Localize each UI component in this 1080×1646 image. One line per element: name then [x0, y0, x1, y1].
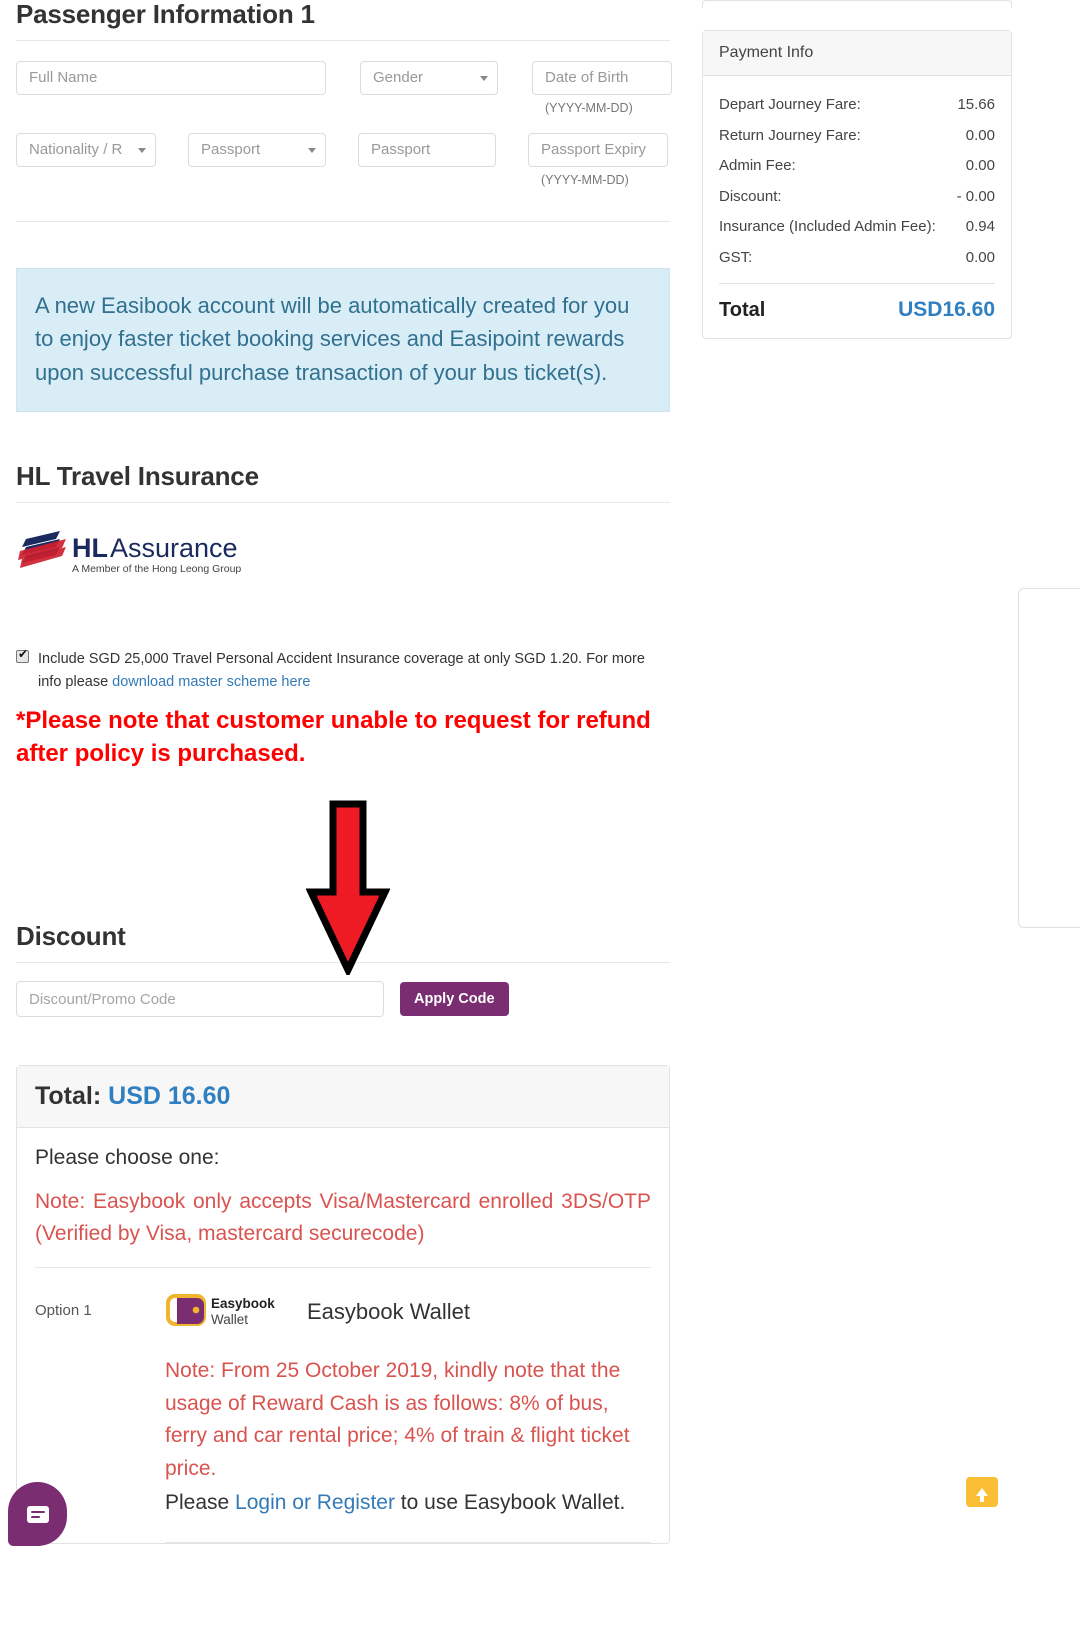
option-1-label: Option 1 — [35, 1302, 92, 1320]
payment-row-label: Depart Journey Fare: — [719, 96, 861, 113]
option-1-content: Easybook Wallet Easybook Wallet Note: Fr… — [165, 1288, 651, 1543]
passport-expiry-input[interactable]: Passport Expiry — [528, 132, 668, 167]
payment-row: Return Journey Fare: 0.00 — [719, 121, 995, 152]
payment-row: Admin Fee: 0.00 — [719, 151, 995, 182]
payment-info-header: Payment Info — [703, 31, 1011, 76]
nationality-field-wrap: Nationality / R — [16, 132, 156, 167]
panel-total-amount: USD 16.60 — [108, 1082, 231, 1111]
annotation-arrow — [305, 800, 391, 980]
passport-type-select[interactable]: Passport — [188, 132, 326, 167]
payment-row-value: - 0.00 — [956, 187, 995, 205]
master-scheme-link[interactable]: download master scheme here — [112, 674, 310, 690]
passport-expiry-field-wrap: Passport Expiry (YYYY-MM-DD) — [528, 132, 668, 187]
summary-card-stub — [702, 0, 1012, 8]
payment-options-panel: Total: USD 16.60 Please choose one: Note… — [16, 1065, 670, 1544]
card-acceptance-note: Note: Easybook only accepts Visa/Masterc… — [35, 1190, 651, 1245]
payment-row-value: 0.00 — [965, 248, 995, 266]
payment-total-row: Total USD16.60 — [719, 284, 995, 322]
passenger-form-row-1: Full Name Gender Date of Birth (YYYY-MM-… — [16, 60, 672, 115]
right-column: Payment Info Depart Journey Fare: 15.66 … — [702, 0, 1012, 339]
reward-cash-note: Note: From 25 October 2019, kindly note … — [165, 1359, 630, 1480]
passport-type-field-wrap: Passport — [188, 132, 326, 167]
chevron-down-icon — [138, 147, 146, 153]
payment-info-card: Payment Info Depart Journey Fare: 15.66 … — [702, 30, 1012, 339]
nationality-select[interactable]: Nationality / R — [16, 132, 156, 167]
payment-row-label: Insurance (Included Admin Fee): — [719, 218, 936, 235]
option-1-header: Easybook Wallet Easybook Wallet — [165, 1288, 651, 1335]
insurance-divider — [16, 502, 670, 504]
passport-number-field-wrap: Passport — [358, 132, 496, 167]
hl-logo-tagline: A Member of the Hong Leong Group — [72, 563, 241, 575]
page-title: Passenger Information 1 — [16, 0, 315, 29]
passport-expiry-hint: (YYYY-MM-DD) — [541, 172, 629, 187]
chevron-down-icon — [308, 147, 316, 153]
payment-option-1[interactable]: Option 1 Easybook Wallet Easybook Wallet… — [35, 1268, 651, 1543]
chevron-down-icon — [480, 75, 488, 81]
payment-row-label: GST: — [719, 248, 753, 266]
payment-row: Depart Journey Fare: 15.66 — [719, 90, 995, 121]
payment-row: GST: 0.00 — [719, 243, 995, 274]
scroll-to-top-button[interactable] — [966, 1477, 998, 1507]
payment-row-value: 0.00 — [965, 126, 995, 144]
date-of-birth-input[interactable]: Date of Birth — [532, 60, 672, 95]
easybook-wallet-logo-icon: Easybook Wallet — [165, 1288, 293, 1335]
panel-body: Please choose one: Note: Easybook only a… — [17, 1128, 669, 1543]
insurance-checkbox[interactable] — [16, 648, 29, 664]
discount-code-input[interactable]: Discount/Promo Code — [16, 981, 384, 1018]
insurance-section: HL Travel Insurance HL Assurance A Membe… — [16, 461, 670, 770]
payment-info-body: Depart Journey Fare: 15.66 Return Journe… — [703, 76, 1011, 338]
payment-total-value: USD16.60 — [898, 298, 995, 321]
hl-logo-bold-text: HL — [72, 533, 108, 563]
payment-row: Discount: - 0.00 — [719, 182, 995, 213]
payment-row: Insurance (Included Admin Fee): 0.94 — [719, 212, 995, 243]
option-1-name: Easybook Wallet — [307, 1298, 471, 1324]
payment-row-label: Admin Fee: — [719, 157, 796, 174]
choose-option-label: Please choose one: — [35, 1146, 220, 1170]
floating-side-panel-edge — [1018, 588, 1080, 928]
chat-widget-button[interactable] — [8, 1482, 67, 1546]
payment-row-label: Discount: — [719, 187, 782, 205]
account-notice-box: A new Easibook account will be automatic… — [16, 267, 670, 413]
passenger-section-divider — [16, 220, 670, 222]
payment-row-value: 0.94 — [965, 218, 995, 235]
insurance-title: HL Travel Insurance — [16, 461, 259, 492]
panel-total-label: Total: — [35, 1082, 102, 1111]
refund-warning: *Please note that customer unable to req… — [16, 707, 651, 767]
payment-row-value: 0.00 — [965, 157, 995, 174]
gender-field-wrap: Gender — [360, 60, 498, 95]
date-of-birth-hint: (YYYY-MM-DD) — [545, 100, 633, 115]
login-prefix: Please — [165, 1491, 236, 1515]
login-suffix: to use Easybook Wallet. — [394, 1491, 626, 1515]
wallet-login-line: Please Login or Register to use Easybook… — [165, 1487, 651, 1520]
gender-select[interactable]: Gender — [360, 60, 498, 95]
svg-text:Easybook: Easybook — [211, 1296, 275, 1311]
left-column: Passenger Information 1 Full Name Gender… — [16, 0, 672, 1544]
apply-code-button[interactable]: Apply Code — [400, 982, 509, 1017]
payment-row-label: Return Journey Fare: — [719, 126, 861, 144]
full-name-field-wrap: Full Name — [16, 60, 326, 95]
payment-row-value: 15.66 — [957, 96, 995, 113]
passport-number-input[interactable]: Passport — [358, 132, 496, 167]
login-or-register-link[interactable]: Login or Register — [235, 1491, 395, 1514]
hl-logo-light-text: Assurance — [110, 533, 238, 563]
arrow-up-icon — [976, 1488, 988, 1502]
option-1-bottom-divider — [165, 1541, 651, 1543]
svg-text:Wallet: Wallet — [211, 1312, 248, 1327]
hl-assurance-logo: HL Assurance A Member of the Hong Leong … — [16, 525, 670, 586]
full-name-input[interactable]: Full Name — [16, 60, 326, 95]
panel-total-header: Total: USD 16.60 — [17, 1066, 669, 1129]
passenger-form-row-2: Nationality / R Passport Passport Passpo… — [16, 132, 670, 187]
checkout-page: Passenger Information 1 Full Name Gender… — [0, 0, 1080, 1646]
dob-field-wrap: Date of Birth (YYYY-MM-DD) — [532, 60, 672, 115]
discount-row: Discount/Promo Code Apply Code — [16, 981, 670, 1018]
title-divider — [16, 39, 670, 41]
chat-icon — [26, 1505, 49, 1523]
payment-total-label: Total — [719, 299, 766, 321]
insurance-checkbox-row[interactable]: Include SGD 25,000 Travel Personal Accid… — [16, 648, 670, 693]
